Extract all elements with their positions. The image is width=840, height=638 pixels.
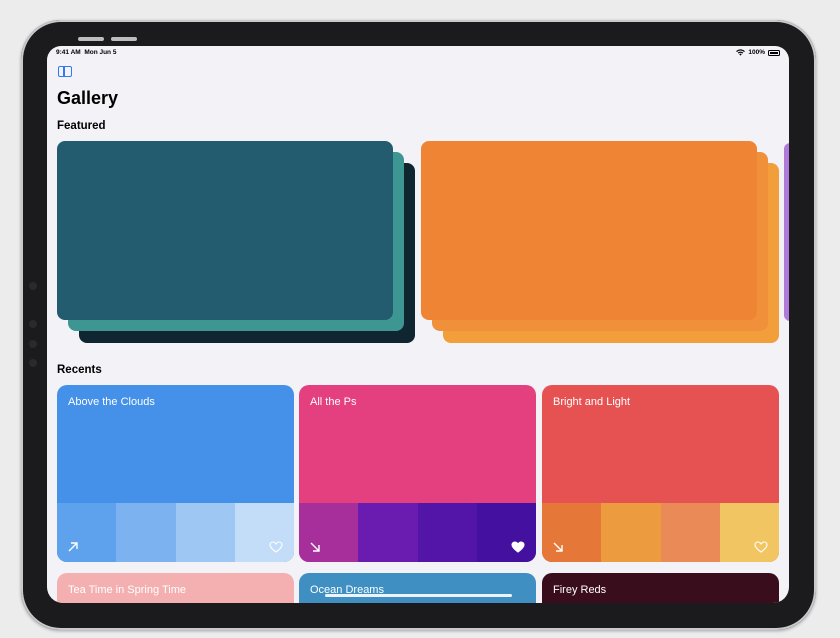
recents-heading: Recents xyxy=(57,364,102,376)
side-dot xyxy=(29,320,37,328)
heart-icon[interactable] xyxy=(754,540,768,554)
battery-percent: 100% xyxy=(748,49,765,56)
swatch-row xyxy=(57,503,294,562)
recent-card[interactable]: Ocean Dreams xyxy=(299,573,536,603)
arrow-diagonal-icon[interactable] xyxy=(66,540,80,554)
swatch xyxy=(175,503,235,562)
side-dot xyxy=(29,282,37,290)
recent-card[interactable]: All the Ps xyxy=(299,385,536,562)
heart-icon[interactable] xyxy=(511,540,525,554)
recent-card[interactable]: Tea Time in Spring Time xyxy=(57,573,294,603)
featured-card-peek[interactable] xyxy=(784,143,789,321)
recent-card[interactable]: Firey Reds xyxy=(542,573,779,603)
swatch xyxy=(601,503,661,562)
recent-card-title: All the Ps xyxy=(310,396,357,408)
arrow-diagonal-icon[interactable] xyxy=(308,540,322,554)
arrow-diagonal-icon[interactable] xyxy=(551,540,565,554)
battery-icon xyxy=(768,49,780,56)
heart-icon[interactable] xyxy=(269,540,283,554)
recent-card-title: Bright and Light xyxy=(553,396,631,408)
status-bar: 9:41 AM Mon Jun 5 100% xyxy=(56,49,780,59)
swatch xyxy=(116,503,176,562)
sidebar-icon[interactable] xyxy=(58,66,72,77)
volume-button xyxy=(78,37,104,41)
recent-card-title: Firey Reds xyxy=(553,584,607,596)
page-title: Gallery xyxy=(57,88,119,108)
wifi-icon xyxy=(736,49,746,56)
featured-card-front-layer xyxy=(57,141,393,320)
status-date: Mon Jun 5 xyxy=(84,49,117,56)
recent-card[interactable]: Above the Clouds xyxy=(57,385,294,562)
recent-card-title: Above the Clouds xyxy=(68,396,155,408)
swatch xyxy=(417,503,477,562)
status-time-date: 9:41 AM Mon Jun 5 xyxy=(56,49,116,56)
home-indicator[interactable] xyxy=(325,594,512,597)
power-button xyxy=(111,37,137,41)
swatch xyxy=(719,503,779,562)
recent-card[interactable]: Bright and Light xyxy=(542,385,779,562)
featured-card-front-layer xyxy=(421,141,757,320)
swatch xyxy=(358,503,418,562)
featured-heading: Featured xyxy=(57,120,106,132)
status-right: 100% xyxy=(736,49,780,56)
swatch-row xyxy=(542,503,779,562)
status-time: 9:41 AM xyxy=(56,49,81,56)
recent-card-title: Tea Time in Spring Time xyxy=(68,584,186,596)
side-dot xyxy=(29,359,37,367)
screen: 9:41 AM Mon Jun 5 100% Gallery Featured … xyxy=(47,46,789,603)
swatch xyxy=(234,503,294,562)
swatch xyxy=(476,503,536,562)
side-dot xyxy=(29,340,37,348)
swatch-row xyxy=(299,503,536,562)
swatch xyxy=(660,503,720,562)
